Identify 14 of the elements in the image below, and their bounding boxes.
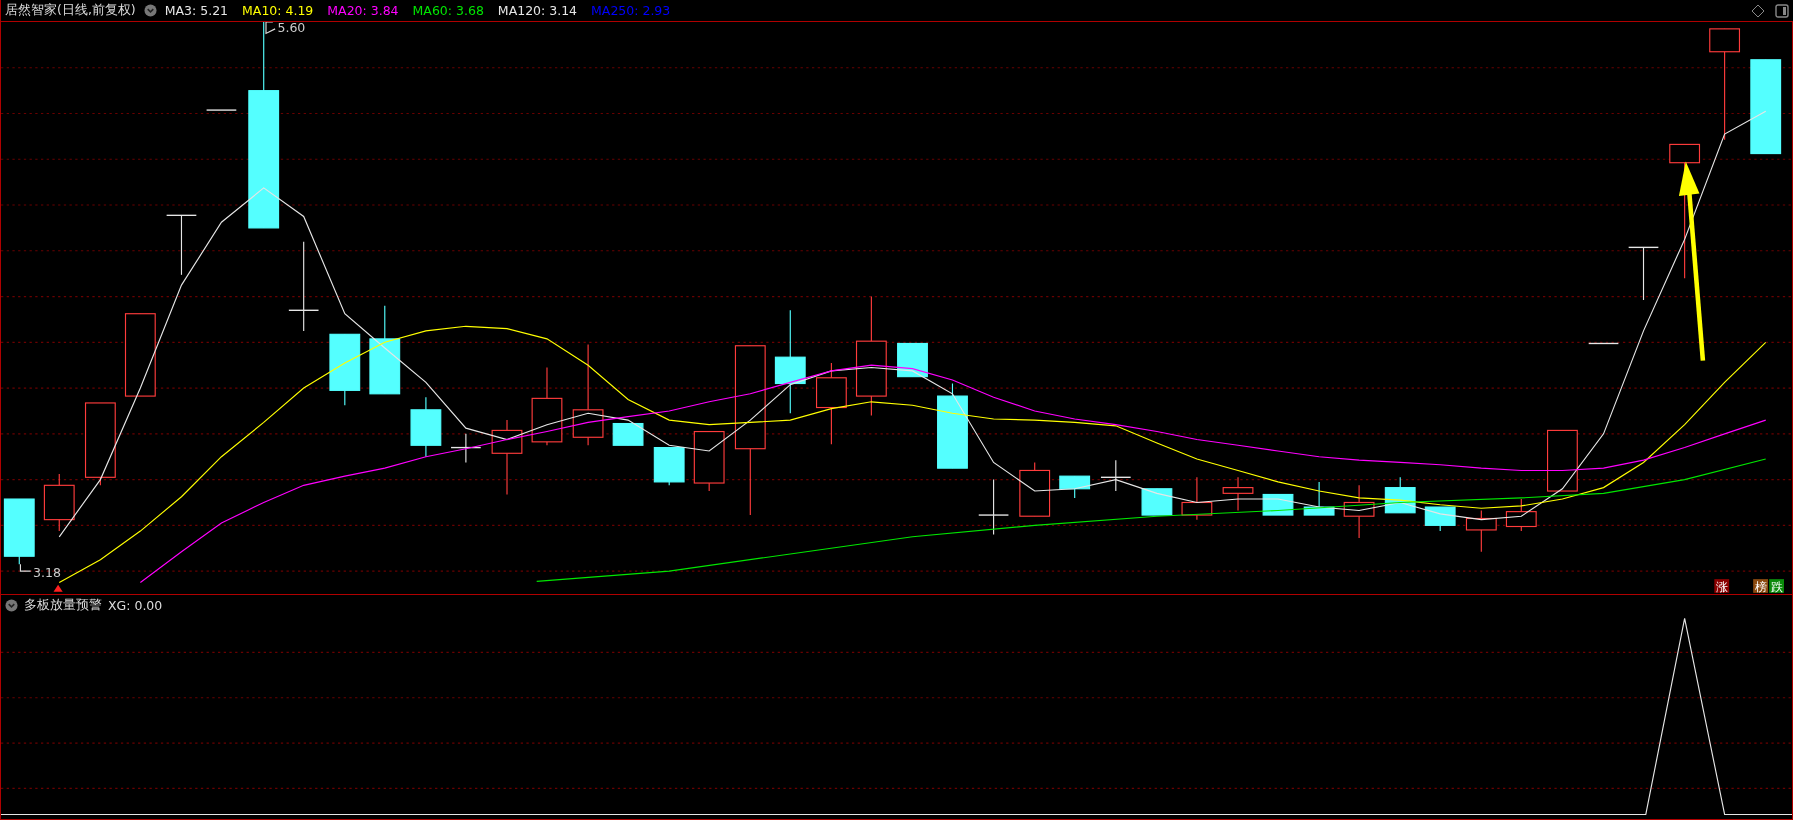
ma-legend-item: MA10: 4.19: [242, 3, 314, 18]
ma-legend-item: MA3: 5.21: [164, 3, 229, 18]
ma-legend-item: MA120: 3.14: [497, 3, 578, 18]
stock-title: 居然智家(日线,前复权): [5, 2, 136, 19]
tag[interactable]: 涨: [1714, 579, 1730, 594]
low-price-label: 3.18: [33, 564, 61, 580]
indicator-reading: XG: 0.00: [108, 597, 163, 613]
ma-legend-item: MA20: 3.84: [327, 3, 399, 18]
tag[interactable]: 榜: [1753, 579, 1768, 594]
ma-legend-item: MA250: 2.93: [591, 3, 671, 18]
tag[interactable]: 跌: [1769, 579, 1784, 594]
high-price-label: 5.60: [277, 22, 306, 36]
ma-legend-item: MA60: 3.68: [412, 3, 484, 18]
indicator-title: 多板放量预警: [24, 596, 102, 614]
